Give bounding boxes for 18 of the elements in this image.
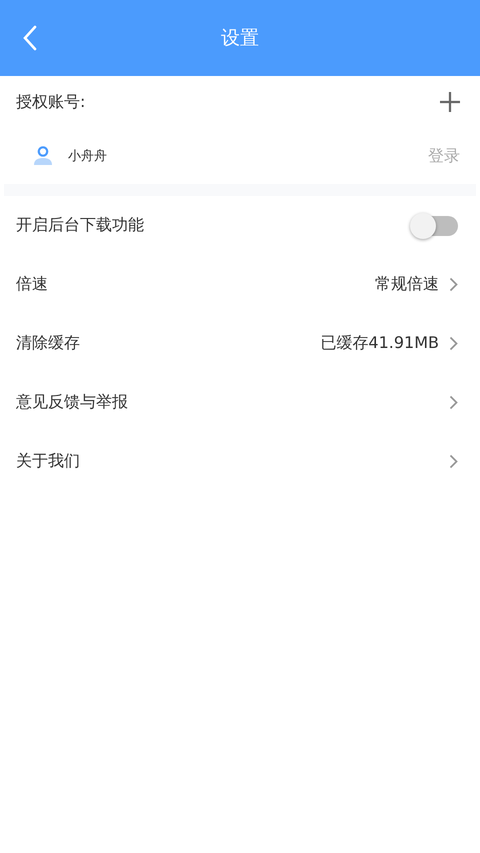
- back-icon[interactable]: [22, 25, 38, 51]
- chevron-icon[interactable]: [449, 395, 458, 410]
- setting-label: 开启后台下载功能: [16, 215, 145, 236]
- account-name: 小舟舟: [68, 148, 108, 165]
- setting-label: 倍速: [16, 274, 49, 295]
- chevron-icon[interactable]: [449, 336, 458, 351]
- chevron-icon[interactable]: [449, 277, 458, 292]
- add-icon[interactable]: [440, 92, 460, 112]
- setting-label: 关于我们: [16, 451, 81, 472]
- page-title: 设置: [221, 26, 259, 51]
- section-label: 授权账号:: [16, 92, 86, 112]
- login-link[interactable]: 登录: [428, 146, 460, 166]
- user-icon: [32, 146, 54, 166]
- setting-value: 已缓存41.91MB: [320, 333, 439, 354]
- setting-label: 清除缓存: [16, 333, 81, 354]
- setting-value: 常规倍速: [375, 274, 439, 295]
- chevron-icon[interactable]: [449, 454, 458, 469]
- setting-label: 意见反馈与举报: [16, 392, 129, 413]
